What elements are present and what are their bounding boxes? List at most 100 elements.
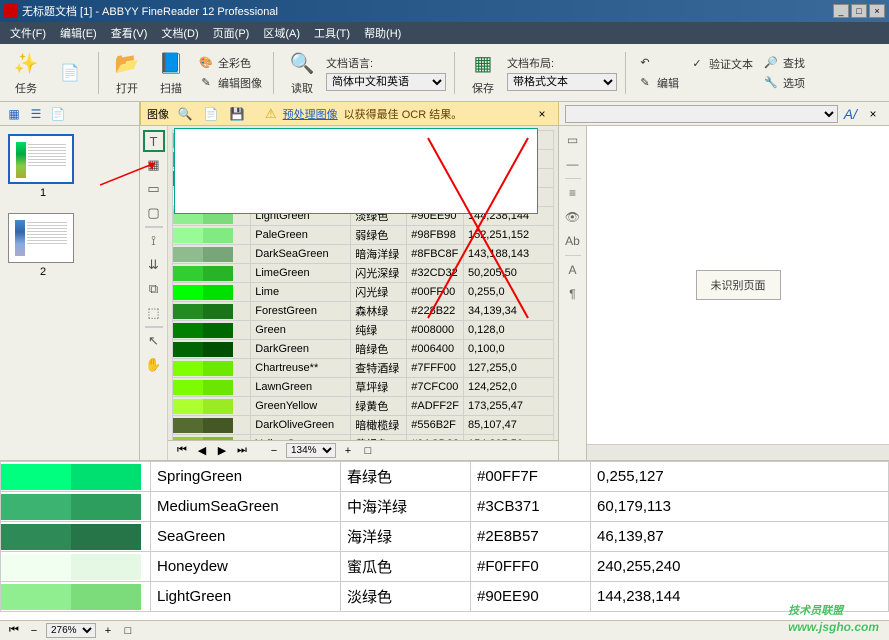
bottom-zoom-bar: ⏮ − 276% + □ xyxy=(0,620,889,640)
layers-tool[interactable]: ⧉ xyxy=(143,278,165,300)
window-title: 无标题文档 [1] - ABBYY FineReader 12 Professi… xyxy=(22,3,833,19)
warning-icon: ⚠ xyxy=(265,106,277,122)
menu-view[interactable]: 查看(V) xyxy=(105,23,154,43)
list-view-button[interactable]: ☰ xyxy=(26,105,46,123)
thumb-view-button[interactable]: ▦ xyxy=(4,105,24,123)
find-button[interactable]: 🔎查找 xyxy=(760,54,808,72)
bottom-zoom-in-button[interactable]: + xyxy=(100,623,116,639)
prev-button[interactable]: ◀ xyxy=(194,443,210,459)
scan-button[interactable]: 📘 扫描 xyxy=(151,48,191,98)
titlebar: 无标题文档 [1] - ABBYY FineReader 12 Professi… xyxy=(0,0,889,22)
text-area-tool[interactable]: T xyxy=(143,130,165,152)
table-row: DarkOliveGreen暗橄榄绿#556B2F85,107,47 xyxy=(173,416,554,435)
scanner-icon: 📘 xyxy=(157,50,185,78)
pointer-tool[interactable]: ↖ xyxy=(143,330,165,352)
table-row: MediumSeaGreen中海洋绿#3CB37160,179,113 xyxy=(1,492,889,522)
char-tool[interactable]: 👁 xyxy=(563,207,583,227)
style-icon[interactable]: A/ xyxy=(844,106,857,122)
text-scrollbar[interactable] xyxy=(587,444,889,460)
style-tool[interactable]: A xyxy=(563,260,583,280)
next-button[interactable]: ▶ xyxy=(214,443,230,459)
open-button[interactable]: 📂 打开 xyxy=(107,48,147,98)
thumbnail-panel: 1 2 xyxy=(0,126,140,460)
layout-select[interactable]: 带格式文本 xyxy=(507,73,617,91)
menu-area[interactable]: 区域(A) xyxy=(257,23,306,43)
crop-tool[interactable]: ⬚ xyxy=(143,302,165,324)
verify-button[interactable]: ✓验证文本 xyxy=(686,55,756,73)
doc-view-button[interactable]: 📄 xyxy=(48,105,68,123)
sub-toolbar: ▦ ☰ 📄 图像 🔍 📄 💾 ⚠ 预处理图像以获得最佳 OCR 结果。 × A/… xyxy=(0,102,889,126)
find-image-button[interactable]: 🔍 xyxy=(175,105,195,123)
editimage-button[interactable]: ✎编辑图像 xyxy=(195,74,265,92)
preprocess-text: 以获得最佳 OCR 结果。 xyxy=(344,106,463,122)
zoom-out-button[interactable]: − xyxy=(266,443,282,459)
new-doc-button[interactable]: 📄 xyxy=(50,48,90,98)
wrench-icon: 🔧 xyxy=(763,75,779,91)
image-panel: T ▦ ▭ ▢ ⟟ ⇊ ⧉ ⬚ ↖ ✋ SpringGreen春绿色#00FF7… xyxy=(140,126,559,460)
image-panel-label: 图像 xyxy=(147,106,169,122)
save-button[interactable]: ▦ 保存 xyxy=(463,48,503,98)
task-button[interactable]: ✨ 任务 xyxy=(6,48,46,98)
zoom-select[interactable]: 134% xyxy=(286,443,336,458)
read-icon: 🔍 xyxy=(288,50,316,78)
table-row: Green纯绿#0080000,128,0 xyxy=(173,321,554,340)
doclang-select[interactable]: 简体中文和英语 xyxy=(326,73,446,91)
table-area-tool[interactable]: ▦ xyxy=(143,154,165,176)
bottom-color-table: SpringGreen春绿色#00FF7F0,255,127MediumSeaG… xyxy=(0,461,889,612)
bottom-zoom-select[interactable]: 276% xyxy=(46,623,96,638)
menu-help[interactable]: 帮助(H) xyxy=(358,23,407,43)
work-area: 1 2 T ▦ ▭ ▢ ⟟ ⇊ ⧉ ⬚ ↖ ✋ SpringGreen春绿色#0… xyxy=(0,126,889,460)
picture-area-tool[interactable]: ▭ xyxy=(143,178,165,200)
fit-button[interactable]: □ xyxy=(360,443,376,459)
region-tool[interactable]: ▭ xyxy=(563,130,583,150)
table-row: GreenYellow绿黄色#ADFF2F173,255,47 xyxy=(173,397,554,416)
read-button[interactable]: 🔍 读取 xyxy=(282,48,322,98)
thumbnail-page-1[interactable]: 1 xyxy=(8,134,78,199)
ab-tool[interactable]: Ab xyxy=(563,231,583,251)
align-tool[interactable]: ≡ xyxy=(563,183,583,203)
menu-edit[interactable]: 编辑(E) xyxy=(54,23,103,43)
paragraph-tool[interactable]: ¶ xyxy=(563,284,583,304)
hand-tool[interactable]: ✋ xyxy=(143,354,165,376)
distribute-tool[interactable]: ⇊ xyxy=(143,254,165,276)
fullcolor-button[interactable]: 🎨全彩色 xyxy=(195,54,265,72)
close-button[interactable]: × xyxy=(869,4,885,18)
text-panel: 未识别页面 xyxy=(587,126,889,460)
last-button[interactable]: ⏭ xyxy=(234,443,250,459)
menu-tools[interactable]: 工具(T) xyxy=(308,23,356,43)
pencil-icon: ✎ xyxy=(637,75,653,91)
edit-button[interactable]: ✎编辑 xyxy=(634,74,682,92)
page-image-button[interactable]: 📄 xyxy=(201,105,221,123)
line-tool[interactable]: — xyxy=(563,154,583,174)
thumbnail-page-2[interactable]: 2 xyxy=(8,213,78,278)
maximize-button[interactable]: □ xyxy=(851,4,867,18)
check-icon: ✓ xyxy=(689,56,705,72)
image-view[interactable]: SpringGreen春绿色#00FF7F0,255,127MediumSeaG… xyxy=(168,126,558,460)
table-row: LawnGreen草坪绿#7CFC00124,252,0 xyxy=(173,378,554,397)
menubar: 文件(F) 编辑(E) 查看(V) 文档(D) 页面(P) 区域(A) 工具(T… xyxy=(0,22,889,44)
minimize-button[interactable]: _ xyxy=(833,4,849,18)
bottom-first-button[interactable]: ⏮ xyxy=(6,623,22,639)
save-image-button[interactable]: 💾 xyxy=(227,105,247,123)
table-row: ForestGreen森林绿#228B2234,139,34 xyxy=(173,302,554,321)
font-select[interactable] xyxy=(565,105,838,123)
bottom-view[interactable]: SpringGreen春绿色#00FF7F0,255,127MediumSeaG… xyxy=(0,461,889,620)
close-banner-button[interactable]: × xyxy=(532,105,552,123)
bottom-fit-button[interactable]: □ xyxy=(120,623,136,639)
preprocess-link[interactable]: 预处理图像 xyxy=(283,106,338,122)
zoom-in-button[interactable]: + xyxy=(340,443,356,459)
app-icon xyxy=(4,4,18,18)
undo-button[interactable]: ↶ xyxy=(634,54,682,72)
page-icon: 📄 xyxy=(56,59,84,87)
menu-document[interactable]: 文档(D) xyxy=(155,23,204,43)
first-button[interactable]: ⏮ xyxy=(174,443,190,459)
bottom-zoom-out-button[interactable]: − xyxy=(26,623,42,639)
options-button[interactable]: 🔧选项 xyxy=(760,74,808,92)
table-row: SpringGreen春绿色#00FF7F0,255,127 xyxy=(1,462,889,492)
recognition-zone[interactable] xyxy=(174,128,538,214)
group-tool[interactable]: ▢ xyxy=(143,202,165,224)
text-panel-close-button[interactable]: × xyxy=(863,105,883,123)
ruler-tool[interactable]: ⟟ xyxy=(143,230,165,252)
menu-page[interactable]: 页面(P) xyxy=(207,23,256,43)
menu-file[interactable]: 文件(F) xyxy=(4,23,52,43)
